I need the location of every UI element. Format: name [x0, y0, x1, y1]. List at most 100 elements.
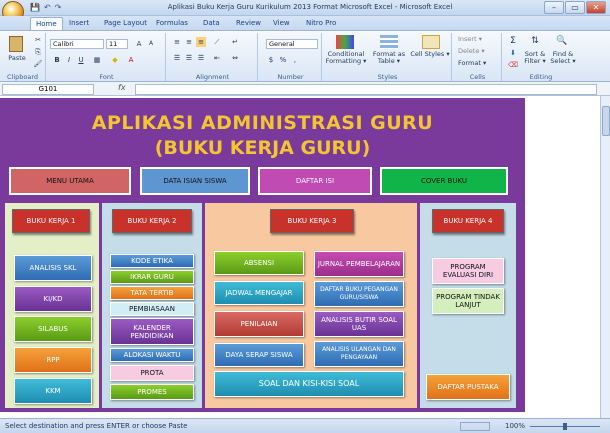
cut-icon[interactable]: ✂ [33, 35, 43, 45]
align-left-icon[interactable]: ☰ [172, 53, 182, 63]
wrap-text-icon[interactable]: ↵ [230, 37, 240, 47]
currency-icon[interactable]: $ [266, 55, 276, 65]
jadwal-mengajar-button[interactable]: JADWAL MENGAJAR [214, 281, 304, 305]
cover-buku-button[interactable]: COVER BUKU [380, 167, 508, 195]
kkm-button[interactable]: KKM [14, 378, 92, 404]
paste-icon[interactable] [9, 36, 23, 52]
menu-utama-button[interactable]: MENU UTAMA [9, 167, 131, 195]
align-middle-icon[interactable]: ≡ [184, 37, 194, 47]
tab-insert[interactable]: Insert [64, 17, 94, 31]
silabus-button[interactable]: SILABUS [14, 316, 92, 342]
absensi-button[interactable]: ABSENSI [214, 251, 304, 275]
copy-icon[interactable]: ⎘ [33, 47, 43, 57]
tab-nitro-pro[interactable]: Nitro Pro [301, 17, 341, 31]
find-select-icon[interactable]: 🔍 [556, 36, 567, 46]
cell-styles-icon[interactable] [422, 35, 440, 49]
buku-kerja-4-header[interactable]: BUKU KERJA 4 [432, 209, 504, 233]
tata-tertib-button[interactable]: TATA TERTIB [110, 286, 194, 300]
bold-icon[interactable]: B [52, 55, 62, 65]
format-table-icon[interactable] [380, 35, 398, 49]
clear-icon[interactable]: ⌫ [508, 60, 518, 70]
penilaian-button[interactable]: PENILAIAN [214, 311, 304, 337]
fx-icon[interactable]: fx [118, 83, 126, 92]
font-color-icon[interactable]: A [126, 55, 136, 65]
buku-kerja-3-header[interactable]: BUKU KERJA 3 [270, 209, 354, 233]
alokasi-waktu-button[interactable]: ALOKASI WAKTU [110, 348, 194, 362]
delete-button[interactable]: Delete ▾ [458, 48, 485, 55]
prota-button[interactable]: PROTA [110, 365, 194, 381]
comma-icon[interactable]: , [290, 55, 300, 65]
jurnal-pembelajaran-button[interactable]: JURNAL PEMBELAJARAN [314, 251, 404, 277]
shrink-font-icon[interactable]: A [146, 39, 156, 49]
align-center-icon[interactable]: ☰ [184, 53, 194, 63]
font-name-box[interactable]: Calibri [50, 39, 104, 49]
italic-icon[interactable]: I [64, 55, 74, 65]
tab-view[interactable]: View [268, 17, 295, 31]
grow-font-icon[interactable]: A [134, 39, 144, 49]
save-icon[interactable]: 💾 [30, 3, 40, 14]
ikrar-guru-button[interactable]: IKRAR GURU [110, 270, 194, 284]
close-button[interactable]: ✕ [586, 1, 606, 14]
tab-page-layout[interactable]: Page Layout [99, 17, 152, 31]
tab-formulas[interactable]: Formulas [151, 17, 193, 31]
format-as-table-button[interactable]: Format as Table ▾ [368, 51, 410, 65]
kalender-pendidikan-button[interactable]: KALENDER PENDIDIKAN [110, 318, 194, 345]
indent-icon[interactable]: ⇤ [212, 53, 222, 63]
name-box[interactable]: G101 [2, 84, 94, 95]
number-format-box[interactable]: General [266, 39, 318, 49]
data-isian-siswa-button[interactable]: DATA ISIAN SISWA [140, 167, 250, 195]
daftar-buku-pegangan-button[interactable]: DAFTAR BUKU PEGANGAN GURU/SISWA [314, 281, 404, 307]
align-top-icon[interactable]: ≡ [172, 37, 182, 47]
zoom-slider-thumb[interactable] [563, 423, 567, 430]
buku-kerja-2-header[interactable]: BUKU KERJA 2 [112, 209, 192, 233]
analisis-ulangan-button[interactable]: ANALISIS ULANGAN DAN PENGAYAAN [314, 341, 404, 367]
format-button[interactable]: Format ▾ [458, 60, 486, 67]
rpp-button[interactable]: RPP [14, 347, 92, 373]
analisis-skl-button[interactable]: ANALISIS SKL [14, 255, 92, 281]
maximize-button[interactable]: ▭ [565, 1, 585, 14]
pembiasaan-button[interactable]: PEMBIASAAN [110, 302, 194, 316]
kode-etika-button[interactable]: KODE ETIKA [110, 254, 194, 268]
merge-center-icon[interactable]: ⇔ [230, 53, 240, 63]
tab-data[interactable]: Data [198, 17, 225, 31]
daftar-isi-button[interactable]: DAFTAR ISI [258, 167, 372, 195]
promes-button[interactable]: PROMES [110, 384, 194, 400]
tab-review[interactable]: Review [231, 17, 266, 31]
scroll-thumb[interactable] [602, 106, 610, 136]
fill-color-icon[interactable]: ◆ [110, 55, 120, 65]
conditional-formatting-icon[interactable] [336, 35, 354, 49]
underline-icon[interactable]: U [76, 55, 86, 65]
program-tindak-lanjut-button[interactable]: PROGRAM TINDAK LANJUT [432, 288, 504, 314]
autosum-icon[interactable]: Σ [508, 36, 518, 46]
analisis-butir-soal-button[interactable]: ANALISIS BUTIR SOAL UAS [314, 311, 404, 337]
border-icon[interactable]: ▦ [92, 55, 102, 65]
daftar-pustaka-button[interactable]: DAFTAR PUSTAKA [426, 374, 510, 400]
redo-icon[interactable]: ↷ [55, 3, 62, 14]
tab-home[interactable]: Home [30, 17, 63, 31]
sort-filter-button[interactable]: Sort & Filter ▾ [522, 51, 548, 65]
minimize-button[interactable]: – [544, 1, 564, 14]
ki-kd-button[interactable]: KI/KD [14, 286, 92, 312]
orientation-icon[interactable]: ⟋ [212, 37, 222, 47]
cell-styles-button[interactable]: Cell Styles ▾ [410, 51, 450, 58]
font-size-box[interactable]: 11 [106, 39, 128, 49]
formula-input[interactable] [135, 84, 597, 95]
conditional-formatting-button[interactable]: Conditional Formatting ▾ [324, 51, 368, 65]
insert-button[interactable]: Insert ▾ [458, 36, 482, 43]
soal-kisi-kisi-button[interactable]: SOAL DAN KISI-KISI SOAL [214, 371, 404, 397]
percent-icon[interactable]: % [278, 55, 288, 65]
view-buttons[interactable] [460, 422, 490, 431]
buku-kerja-1-header[interactable]: BUKU KERJA 1 [12, 209, 90, 233]
daya-serap-siswa-button[interactable]: DAYA SERAP SISWA [214, 343, 304, 367]
vertical-scrollbar[interactable] [600, 96, 610, 418]
sort-filter-icon[interactable]: ⇅ [530, 36, 540, 46]
zoom-level[interactable]: 100% [505, 422, 525, 430]
align-right-icon[interactable]: ☰ [196, 53, 206, 63]
find-select-button[interactable]: Find & Select ▾ [550, 51, 576, 65]
format-painter-icon[interactable]: 🖌 [33, 59, 43, 69]
program-evaluasi-diri-button[interactable]: PROGRAM EVALUASI DIRI [432, 258, 504, 284]
fill-icon[interactable]: ⬇ [508, 48, 518, 58]
paste-button[interactable]: Paste [2, 55, 32, 62]
undo-icon[interactable]: ↶ [44, 3, 51, 14]
align-bottom-icon[interactable]: ≡ [196, 37, 206, 47]
